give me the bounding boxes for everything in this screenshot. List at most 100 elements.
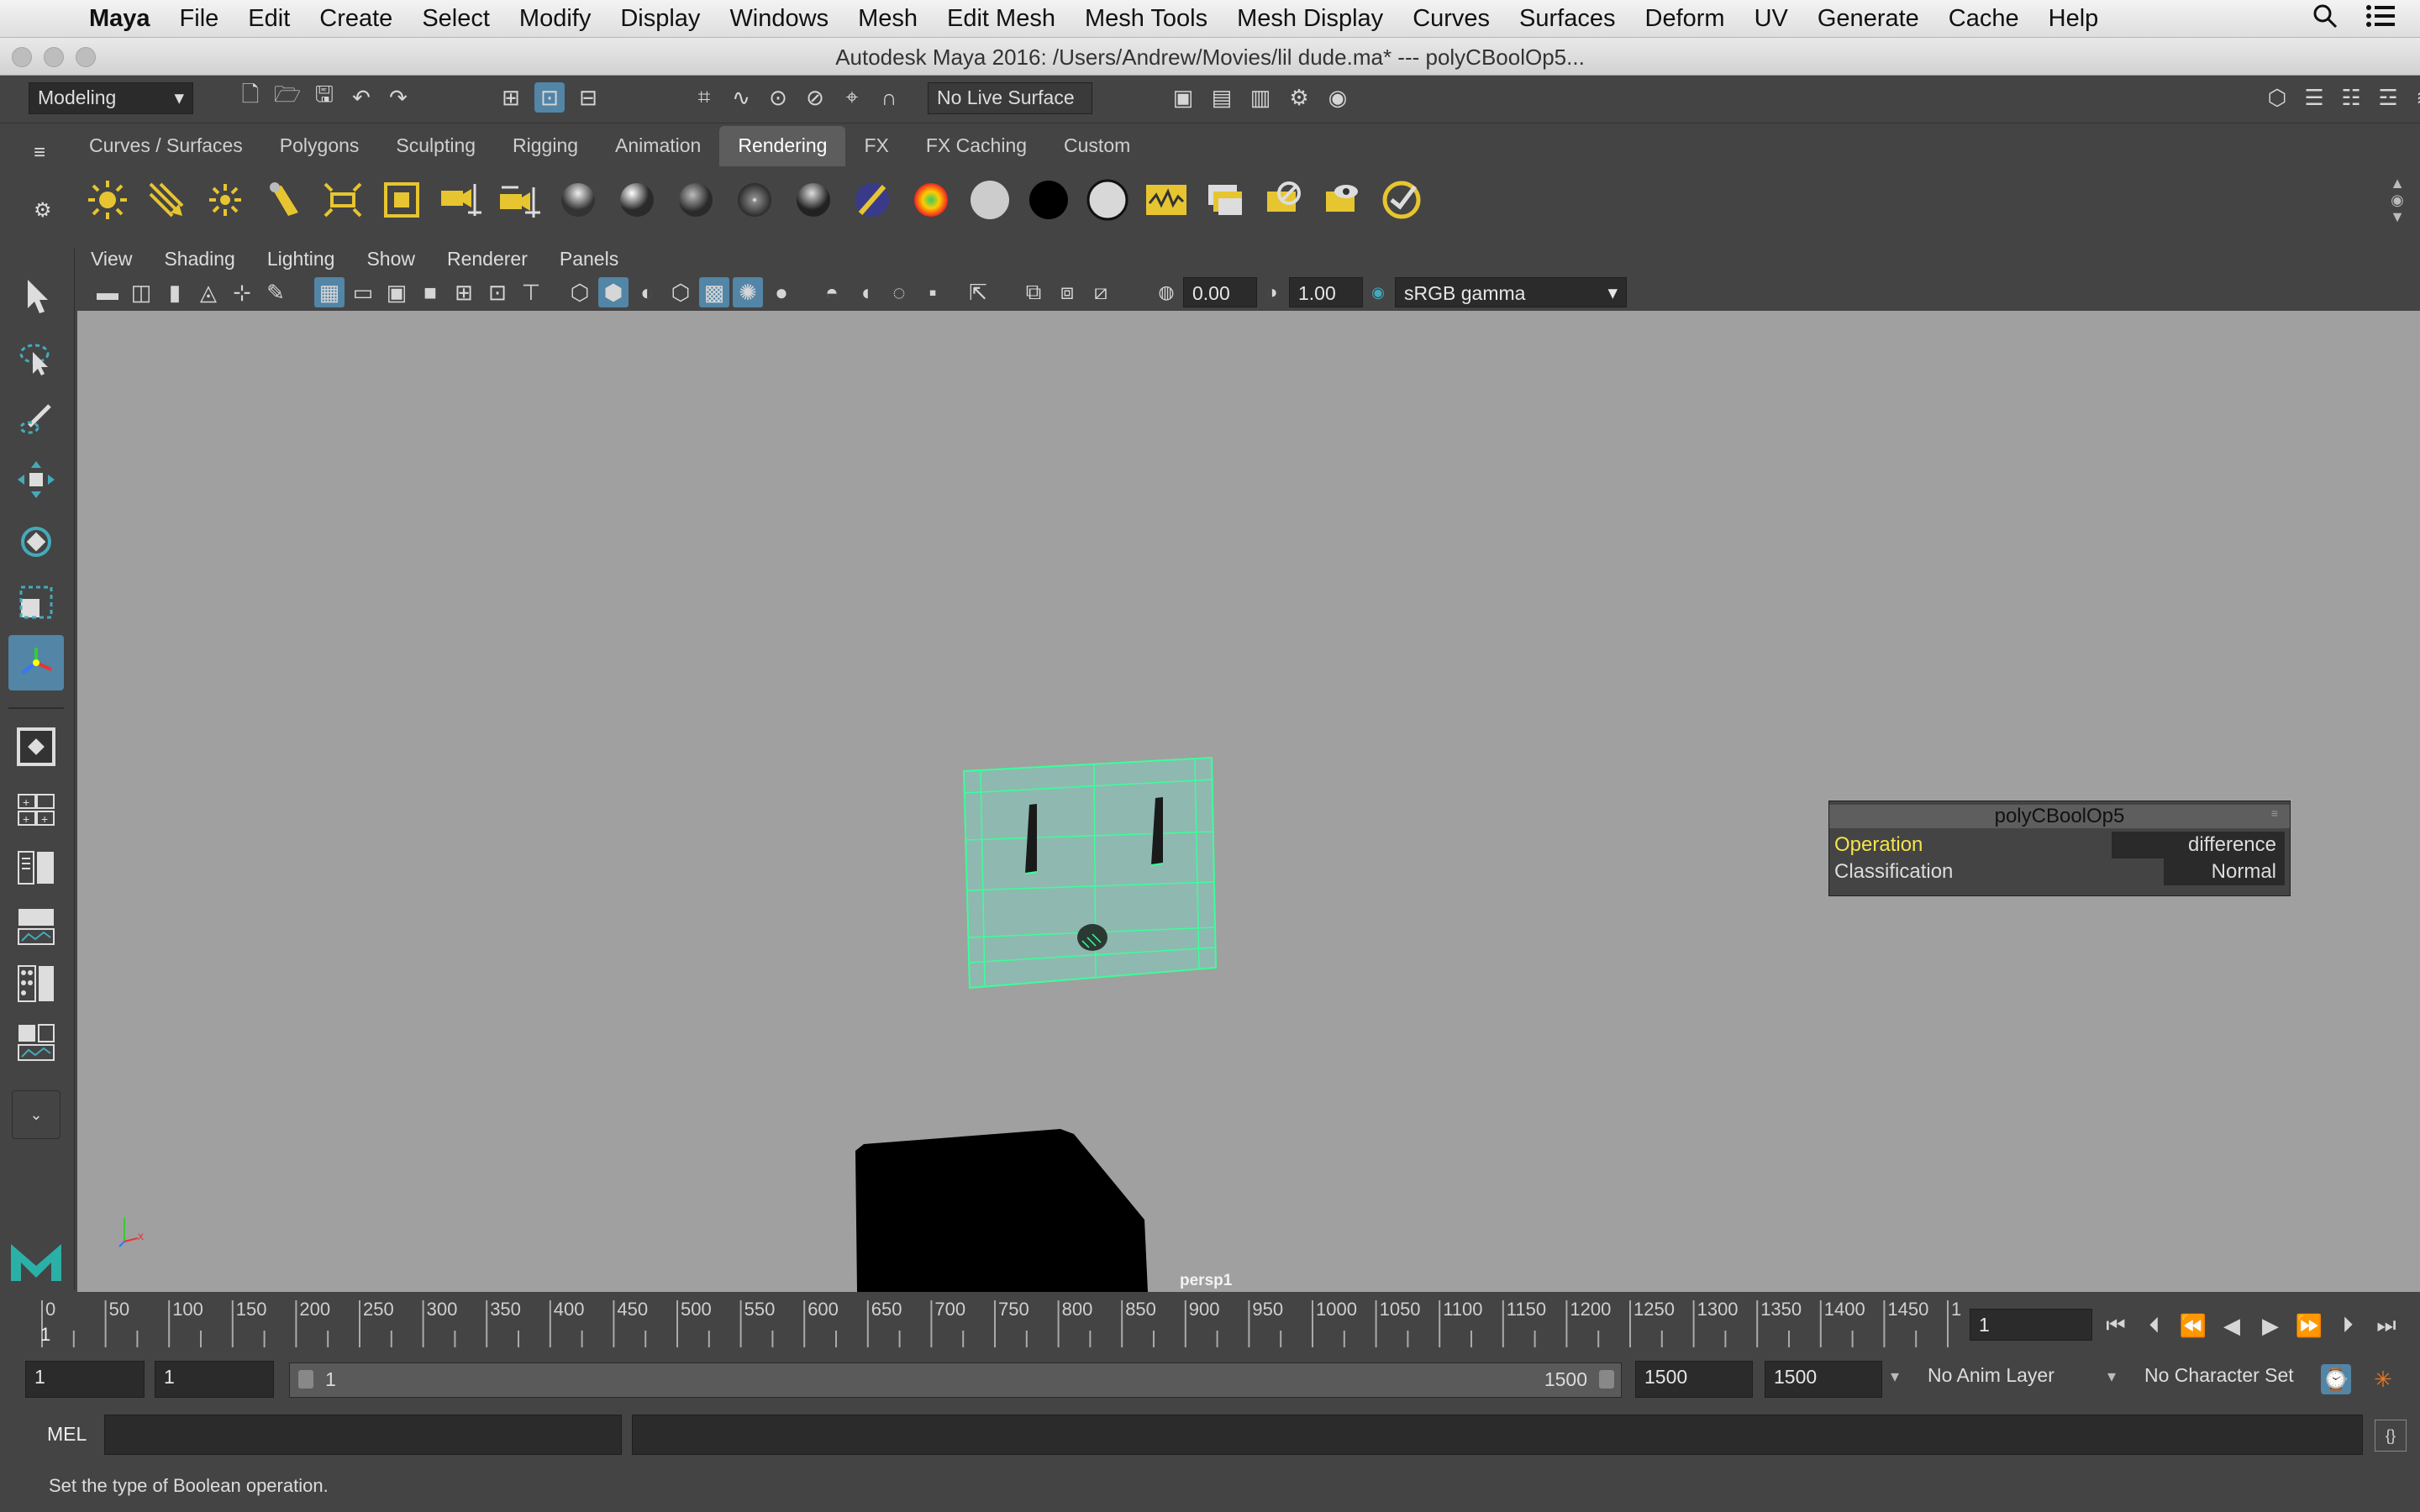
attribute-editor-icon[interactable]: ☰	[2299, 82, 2329, 113]
menu-set-dropdown[interactable]: Modeling ▾	[29, 82, 193, 114]
image-plane-icon[interactable]: ◬	[193, 277, 224, 307]
current-frame-field[interactable]: 1	[1970, 1309, 2092, 1341]
smooth-shade-icon[interactable]: ⬢	[598, 277, 629, 307]
menu-windows[interactable]: Windows	[729, 5, 829, 33]
exposure-field[interactable]: 0.00	[1183, 277, 1257, 307]
anim-layer-dropdown[interactable]: No Anim Layer	[1919, 1361, 2087, 1398]
menu-generate[interactable]: Generate	[1818, 5, 1919, 33]
chevron-down-icon[interactable]: ▾	[2107, 1366, 2116, 1387]
single-perspective-layout-icon[interactable]	[8, 719, 64, 774]
use-all-lights-icon[interactable]: ✺	[733, 277, 763, 307]
isolate-select-icon[interactable]: ⇱	[963, 277, 993, 307]
maya-logo-icon[interactable]	[8, 1230, 64, 1285]
directional-light-icon[interactable]	[143, 176, 190, 223]
save-scene-icon[interactable]: 🖫	[309, 81, 339, 113]
point-light-icon[interactable]	[202, 176, 249, 223]
wireframe-on-shaded-icon[interactable]: ⬡	[666, 277, 696, 307]
notification-center-icon[interactable]	[2366, 3, 2395, 35]
tab-curves-surfaces[interactable]: Curves / Surfaces	[71, 126, 261, 166]
go-to-end-icon[interactable]: ⏭	[2368, 1310, 2405, 1341]
classification-value-dropdown[interactable]: Normal	[2164, 858, 2285, 885]
range-start-handle[interactable]	[298, 1370, 313, 1389]
shelf-menu-icon[interactable]: ≡	[34, 141, 45, 165]
resolution-gate-icon[interactable]: ▣	[381, 277, 412, 307]
tab-fx-caching[interactable]: FX Caching	[908, 126, 1045, 166]
tab-sculpting[interactable]: Sculpting	[377, 126, 494, 166]
hypershade-layout-icon[interactable]	[8, 956, 64, 1011]
use-default-material-icon[interactable]: ◐	[632, 277, 662, 307]
open-scene-icon[interactable]: 🗁	[272, 81, 302, 113]
sphere-shader-5-icon[interactable]	[790, 176, 837, 223]
menu-select[interactable]: Select	[422, 5, 490, 33]
ramp-shader-icon[interactable]	[908, 176, 955, 223]
gamma-field[interactable]: 1.00	[1289, 277, 1363, 307]
cancel-batch-render-icon[interactable]	[1260, 176, 1307, 223]
channel-box-icon[interactable]: ☲	[2373, 82, 2403, 113]
snap-view-plane-icon[interactable]: ⊘	[800, 82, 830, 113]
motion-blur-icon[interactable]: ◖	[850, 277, 881, 307]
menu-uv[interactable]: UV	[1754, 5, 1788, 33]
render-settings-shelf-icon[interactable]	[1378, 176, 1425, 223]
undo-icon[interactable]: ↶	[346, 82, 376, 113]
step-back-frame-icon[interactable]: ⏴	[2136, 1310, 2173, 1341]
sphere-shader-2-icon[interactable]	[613, 176, 660, 223]
depth-of-field-icon[interactable]: ▪	[918, 277, 948, 307]
persp-graph-hypershade-layout-icon[interactable]	[8, 1015, 64, 1070]
tab-rigging[interactable]: Rigging	[494, 126, 597, 166]
anim-start-field[interactable]: 1	[25, 1361, 145, 1398]
shelf-settings-gear-icon[interactable]: ⚙	[34, 198, 52, 223]
show-batch-render-icon[interactable]	[1319, 176, 1366, 223]
spot-light-icon[interactable]	[260, 176, 308, 223]
camera-attributes-icon[interactable]: ◫	[126, 277, 156, 307]
render-frame-icon[interactable]: ▤	[1207, 82, 1237, 113]
menu-display[interactable]: Display	[620, 5, 700, 33]
panel-menu-renderer[interactable]: Renderer	[447, 248, 528, 270]
field-chart-icon[interactable]: ⊞	[449, 277, 479, 307]
select-tool-icon[interactable]	[8, 269, 64, 324]
safe-action-icon[interactable]: ⊡	[482, 277, 513, 307]
magnet-icon[interactable]: ∩	[874, 82, 904, 113]
playback-start-field[interactable]: 1	[155, 1361, 274, 1398]
lasso-tool-icon[interactable]	[8, 331, 64, 386]
white-sphere-icon[interactable]	[1084, 176, 1131, 223]
shadows-icon[interactable]: ●	[766, 277, 797, 307]
color-management-toggle-icon[interactable]: ◉	[1363, 277, 1393, 307]
paint-select-tool-icon[interactable]	[8, 391, 64, 447]
range-slider-bar[interactable]: 1 1500	[289, 1362, 1622, 1398]
operation-value-dropdown[interactable]: difference	[2112, 832, 2285, 858]
select-by-hierarchy-icon[interactable]: ⊞	[496, 82, 526, 113]
step-forward-key-icon[interactable]: ⏩	[2291, 1310, 2328, 1341]
menu-cache[interactable]: Cache	[1949, 5, 2019, 33]
safe-title-icon[interactable]: ⊤	[516, 277, 546, 307]
character-set-dropdown[interactable]: No Character Set	[2136, 1361, 2316, 1398]
classification-row[interactable]: Classification Normal	[1834, 858, 2285, 885]
black-sphere-icon[interactable]	[1025, 176, 1072, 223]
persp-graph-layout-icon[interactable]	[8, 899, 64, 954]
volume-light-icon[interactable]	[378, 176, 425, 223]
ipr-render-icon[interactable]: ▥	[1245, 82, 1276, 113]
chevron-down-icon[interactable]: ▾	[1891, 1366, 1899, 1387]
body-mesh[interactable]	[855, 1129, 1148, 1292]
go-to-start-icon[interactable]: ⏮	[2097, 1310, 2134, 1341]
step-forward-frame-icon[interactable]: ⏵	[2329, 1310, 2366, 1341]
tab-fx[interactable]: FX	[845, 126, 907, 166]
xray-components-icon[interactable]: ⧄	[1086, 277, 1116, 307]
step-back-key-icon[interactable]: ⏪	[2175, 1310, 2212, 1341]
grease-pencil-icon[interactable]: ✎	[260, 277, 291, 307]
menu-surfaces[interactable]: Surfaces	[1519, 5, 1615, 33]
universal-manipulator-icon[interactable]	[8, 635, 64, 690]
panel-menu-show[interactable]: Show	[366, 248, 415, 270]
new-scene-icon[interactable]: 🗋	[235, 81, 266, 113]
menu-curves[interactable]: Curves	[1413, 5, 1490, 33]
redo-icon[interactable]: ↷	[383, 82, 413, 113]
scale-tool-icon[interactable]	[8, 575, 64, 630]
film-gate-icon[interactable]: ▭	[348, 277, 378, 307]
perspective-viewport[interactable]: x persp1 polyCBoolOp5 ≡ Operation differ…	[77, 311, 2420, 1292]
tab-custom[interactable]: Custom	[1045, 126, 1149, 166]
four-view-layout-icon[interactable]: + + +	[8, 783, 64, 838]
grid-toggle-icon[interactable]: ▦	[314, 277, 345, 307]
ambient-light-icon[interactable]	[84, 176, 131, 223]
panel-menu-lighting[interactable]: Lighting	[267, 248, 335, 270]
bookmark-icon[interactable]: ▮	[160, 277, 190, 307]
batch-render-icon[interactable]	[1202, 176, 1249, 223]
